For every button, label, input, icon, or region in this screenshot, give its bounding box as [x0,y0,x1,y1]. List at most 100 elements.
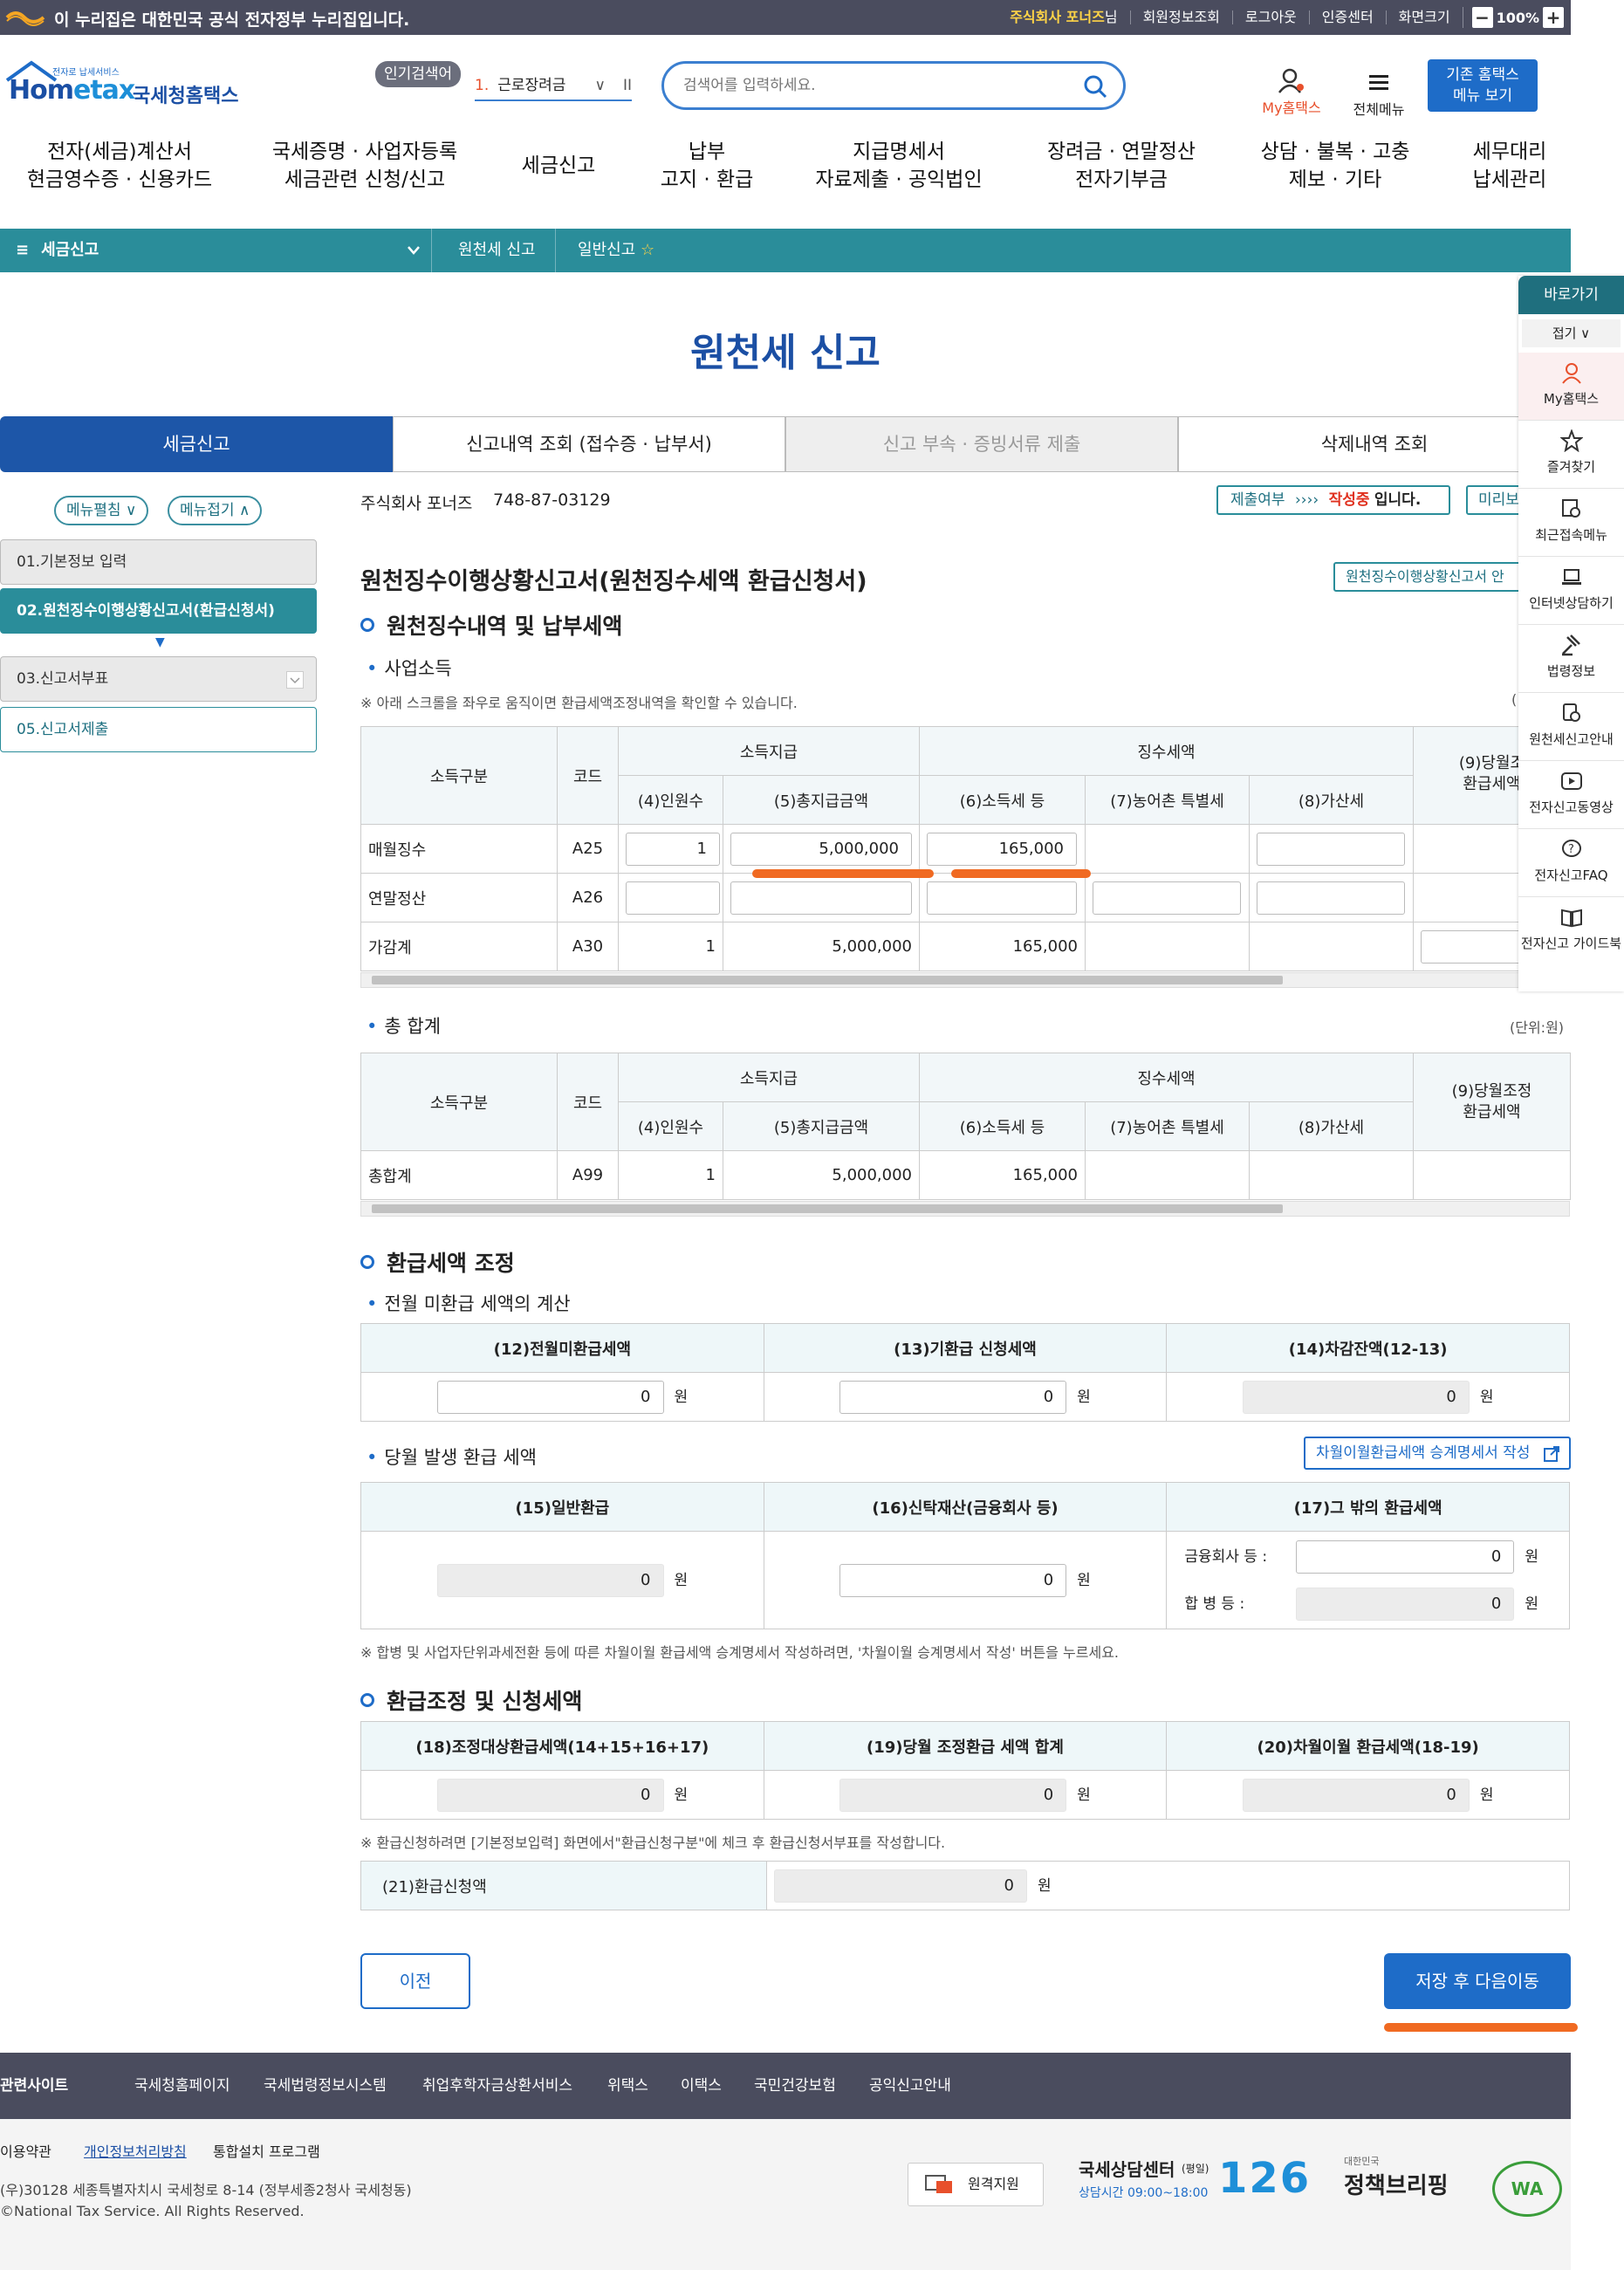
terms-link[interactable]: 이용약관 [0,2140,51,2161]
logout-link[interactable]: 로그아웃 [1231,10,1309,24]
my-hometax-link[interactable]: My홈택스 [1248,68,1335,117]
document-search-icon [1562,703,1580,722]
zoom-in-button[interactable]: + [1543,7,1564,28]
breadcrumb-withholding[interactable]: 원천세 신고 [458,229,536,272]
menu-expand-button[interactable]: 메뉴펼침 ∨ [54,496,149,525]
footer-link[interactable]: 위택스 [607,2053,648,2119]
all-menu-button[interactable]: 전체메뉴 [1344,68,1414,119]
remote-support-button[interactable]: 원격지원 [908,2163,1044,2206]
income-tax-input[interactable] [927,881,1077,915]
prev-button[interactable]: 이전 [360,1953,470,2009]
footer-link[interactable]: 공익신고안내 [869,2053,951,2119]
quick-law-info[interactable]: 법령정보 [1518,625,1624,693]
zoom-out-button[interactable]: − [1471,7,1493,28]
tab-deleted[interactable]: 삭제내역 조회 [1178,416,1571,472]
policy-briefing-logo[interactable]: 대한민국 정책브리핑 [1344,2154,1457,2215]
gnb-item-payment[interactable]: 납부 고지 · 환급 [646,138,768,194]
rural-tax-input[interactable] [1093,881,1241,915]
tab-attachments: 신고 부속 · 증빙서류 제출 [785,416,1178,472]
chevron-down-icon[interactable]: ∨ [595,70,606,101]
penalty-input[interactable] [1257,832,1405,866]
prior-refund-input[interactable]: 0 [436,1380,664,1414]
total-pay-input[interactable] [730,881,912,915]
gnb-item-incentive[interactable]: 장려금 · 연말정산 전자기부금 [1030,138,1213,194]
quick-video[interactable]: 전자신고동영상 [1518,761,1624,829]
gnb-item-certificates[interactable]: 국세증명 · 사업자등록 세금관련 신청/신고 [260,138,469,194]
popular-search-item[interactable]: 1. 근로장려금 ∨ II [475,70,632,101]
form-title: 원천징수이행상황신고서(원천징수세액 환급신청서) [360,568,867,595]
quick-online-consult[interactable]: 인터넷상담하기 [1518,557,1624,625]
horizontal-scrollbar[interactable] [360,1201,1570,1217]
video-play-icon [1560,772,1582,790]
step-submit[interactable]: 05.신고서제출 [0,707,317,752]
gov-banner-text: 이 누리집은 대한민국 공식 전자정부 누리집입니다. [54,10,410,30]
footer-related-sites: 관련사이트 국세청홈페이지 국세법령정보시스템 취업후학자금상환서비스 위택스 … [0,2053,1571,2119]
footer-link[interactable]: 국세청홈페이지 [134,2053,230,2119]
business-number: 748-87-03129 [493,490,611,510]
gnb-item-einvoice[interactable]: 전자(세금)계산서 현금영수증 · 신용카드 [19,138,220,194]
pause-icon[interactable]: II [623,70,632,101]
headcount-input[interactable] [626,881,720,915]
save-next-button[interactable]: 저장 후 다음이동 [1384,1953,1571,2009]
legacy-menu-button[interactable]: 기존 홈택스 메뉴 보기 [1428,59,1538,112]
penalty-input[interactable] [1257,881,1405,915]
month-refund-field: 0 [839,1778,1067,1812]
highlight-stroke [752,869,934,878]
merger-note: ※ 합병 및 사업자단위과세전환 등에 따른 차월이월 환급세액 승계명세서 작… [360,1644,1120,1661]
chevron-down-icon [286,671,304,689]
col-income-kind: 소득구분 [360,726,558,825]
gnb-item-payment-statement[interactable]: 지급명세서 자료제출 · 공익법인 [803,138,995,194]
hometax-logo[interactable]: 전자로 납세서비스 Hometax 국세청홈택스 [5,59,238,108]
quick-favorites[interactable]: 즐겨찾기 [1518,421,1624,489]
section-withholding: 원천징수내역 및 납부세액 [360,609,622,641]
breadcrumb-tax-return[interactable]: ≡ 세금신고 [16,229,99,272]
privacy-link[interactable]: 개인정보처리방침 [84,2140,187,2161]
footer-link[interactable]: 국민건강보험 [754,2053,836,2119]
step-basic-info[interactable]: 01.기본정보 입력 [0,539,317,585]
prior-refund-table: (12)전월미환급세액 (13)기환급 신청세액 (14)차감잔액(12-13) 0… [360,1323,1570,1422]
tab-history[interactable]: 신고내역 조회 (접수증 · 납부서) [393,416,785,472]
search-icon[interactable] [1083,74,1107,99]
trust-refund-input[interactable]: 0 [839,1563,1067,1597]
footer-link[interactable]: 취업후학자금상환서비스 [422,2053,572,2119]
cert-center-link[interactable]: 인증센터 [1308,10,1386,24]
search-input[interactable] [683,74,1067,97]
total-pay-input[interactable]: 5,000,000 [730,832,912,866]
gavel-icon [1561,634,1580,656]
gnb-item-tax-return[interactable]: 세금신고 [506,152,611,180]
quick-faq[interactable]: ? 전자신고FAQ [1518,829,1624,897]
svg-text:?: ? [1568,843,1574,856]
utility-links: 주식회사 포너즈님 회원정보조회 로그아웃 인증센터 화면크기 − 100% + [997,0,1571,35]
quick-withholding-guide[interactable]: 원천세신고안내 [1518,693,1624,761]
quick-guidebook[interactable]: 전자신고 가이드북 [1518,897,1624,965]
income-tax-input[interactable]: 165,000 [927,832,1077,866]
search-box [661,61,1126,110]
financial-refund-input[interactable]: 0 [1296,1540,1515,1574]
chevron-down-icon[interactable] [407,244,421,257]
step-withholding-report[interactable]: 02.원천징수이행상황신고서(환급신청서) [0,588,317,634]
footer-link[interactable]: 국세법령정보시스템 [264,2053,387,2119]
carryover-statement-button[interactable]: 차월이월환급세액 승계명세서 작성 [1304,1437,1571,1470]
gnb-item-agent[interactable]: 세무대리 납세관리 [1457,138,1562,194]
member-info-link[interactable]: 회원정보조회 [1129,10,1232,24]
main-navigation: 전자(세금)계산서 현금영수증 · 신용카드 국세증명 · 사업자등록 세금관련 신… [0,131,1571,209]
quick-recent[interactable]: 최근접속메뉴 [1518,489,1624,557]
form-guide-link[interactable]: 원천징수이행상황신고서 안 [1333,562,1527,592]
tab-bar: 세금신고 신고내역 조회 (접수증 · 납부서) 신고 부속 · 증빙서류 제출… [0,416,1571,472]
quick-my-hometax[interactable]: My홈택스 [1518,353,1624,421]
address: (우)30128 세종특별자치시 국세청로 8-14 (정부세종2청사 국세청동… [0,2182,412,2198]
quick-fold-button[interactable]: 접기 ∨ [1522,319,1621,347]
tab-tax-return[interactable]: 세금신고 [0,416,393,472]
breadcrumb-general[interactable]: 일반신고 ☆ [578,229,654,272]
user-icon [1561,363,1581,384]
menu-collapse-button[interactable]: 메뉴접기 ∧ [168,496,263,525]
horizontal-scrollbar[interactable] [360,972,1570,988]
gnb-item-consult[interactable]: 상담 · 불복 · 고충 제보 · 기타 [1248,138,1422,194]
zoom-control: − 100% + [1462,7,1571,28]
install-link[interactable]: 통합설치 프로그램 [213,2140,320,2161]
step-attachment[interactable]: 03.신고서부표 [0,656,317,702]
footer-link[interactable]: 이택스 [681,2053,722,2119]
refund-requested-input[interactable]: 0 [839,1380,1067,1414]
headcount-input[interactable]: 1 [626,832,720,866]
laptop-icon [1561,569,1581,585]
